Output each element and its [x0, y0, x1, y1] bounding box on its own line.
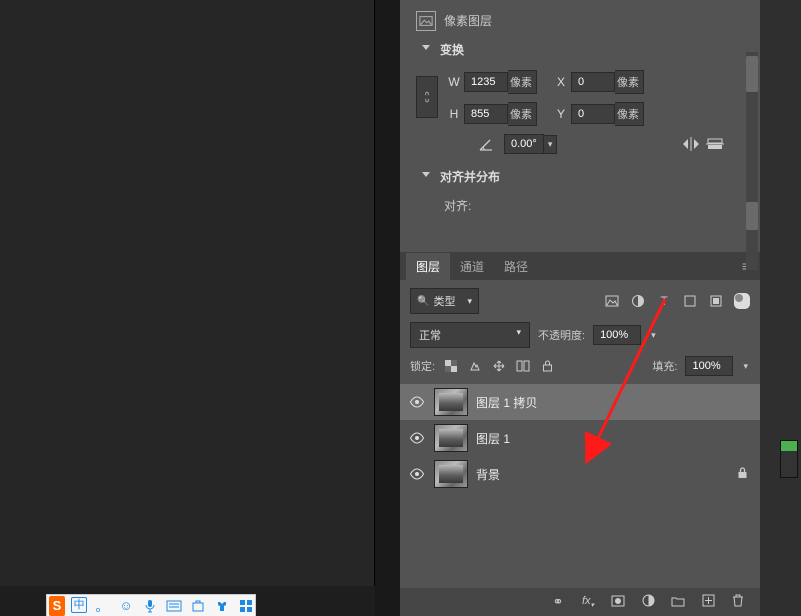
- layers-panel-tabs: 图层 通道 路径 ≡: [400, 252, 760, 280]
- layer-thumbnail[interactable]: [434, 424, 468, 452]
- lock-label: 锁定:: [410, 358, 435, 374]
- sogou-logo-icon[interactable]: S: [49, 596, 65, 616]
- ime-floating-widget[interactable]: [780, 440, 798, 478]
- properties-panel: 像素图层 变换 W 1235 像素 X 0 像素 H 855 像素: [400, 0, 760, 236]
- layers-panel: 图层 通道 路径 ≡ 类型 T 正常 不透明度: 100% ▾ 锁定:: [400, 252, 760, 492]
- layer-filter-select[interactable]: 类型: [410, 288, 479, 314]
- ime-keyboard-icon[interactable]: [165, 597, 183, 615]
- aspect-link-button[interactable]: [416, 76, 438, 118]
- height-unit[interactable]: 像素: [508, 102, 537, 126]
- layer-thumbnail[interactable]: [434, 388, 468, 416]
- filter-toggle[interactable]: [734, 293, 750, 309]
- ime-grid-icon[interactable]: [237, 597, 255, 615]
- align-body: 对齐:: [400, 193, 760, 228]
- layer-row[interactable]: 背景: [400, 456, 760, 492]
- w-label: W: [444, 75, 464, 89]
- align-title: 对齐并分布: [440, 170, 500, 184]
- ime-tools-icon[interactable]: [189, 597, 207, 615]
- opacity-label: 不透明度:: [538, 327, 585, 343]
- filter-shape-icon[interactable]: [682, 293, 698, 309]
- ime-lang-button[interactable]: 中: [71, 597, 87, 613]
- new-layer-icon[interactable]: [700, 594, 716, 610]
- tab-channels[interactable]: 通道: [450, 253, 494, 280]
- tab-layers[interactable]: 图层: [406, 253, 450, 280]
- visibility-eye-icon[interactable]: [408, 465, 426, 483]
- filter-type-icon[interactable]: T: [656, 293, 672, 309]
- align-section-header[interactable]: 对齐并分布: [400, 164, 760, 193]
- flip-horizontal-button[interactable]: [682, 136, 700, 152]
- filter-pixel-icon[interactable]: [604, 293, 620, 309]
- layer-filter-label: 类型: [433, 293, 455, 309]
- y-input[interactable]: 0: [571, 104, 615, 124]
- lock-position-icon[interactable]: [491, 358, 507, 374]
- panel-gutter: [375, 0, 400, 616]
- canvas-area[interactable]: [0, 0, 375, 586]
- blend-mode-select[interactable]: 正常: [410, 322, 530, 348]
- transform-body: W 1235 像素 X 0 像素 H 855 像素 Y 0 像素: [400, 66, 760, 164]
- ime-voice-icon[interactable]: [141, 597, 159, 615]
- y-label: Y: [551, 107, 571, 121]
- tab-paths[interactable]: 路径: [494, 253, 538, 280]
- fill-input[interactable]: 100%: [685, 356, 733, 376]
- ime-emoji-icon[interactable]: ☺: [117, 597, 135, 615]
- lock-artboard-icon[interactable]: [515, 358, 531, 374]
- x-unit[interactable]: 像素: [615, 70, 644, 94]
- lock-indicator-icon: [737, 467, 752, 482]
- lock-image-icon[interactable]: [467, 358, 483, 374]
- filter-adjustment-icon[interactable]: [630, 293, 646, 309]
- y-unit[interactable]: 像素: [615, 102, 644, 126]
- angle-input[interactable]: 0.00°: [504, 134, 544, 154]
- fill-dropdown[interactable]: ▾: [741, 361, 750, 372]
- angle-dropdown[interactable]: ▾: [544, 135, 558, 154]
- adjustment-layer-icon[interactable]: [640, 594, 656, 610]
- layer-kind-label: 像素图层: [444, 12, 492, 29]
- align-label: 对齐:: [444, 199, 471, 213]
- transform-section-header[interactable]: 变换: [400, 37, 760, 66]
- visibility-eye-icon[interactable]: [408, 393, 426, 411]
- x-label: X: [551, 75, 571, 89]
- blend-mode-value: 正常: [419, 327, 441, 343]
- h-label: H: [444, 107, 464, 121]
- fill-label: 填充:: [652, 358, 677, 374]
- blend-opacity-row: 正常 不透明度: 100% ▾: [400, 322, 760, 356]
- fx-icon[interactable]: fx▾: [580, 595, 596, 609]
- opacity-dropdown[interactable]: ▾: [649, 330, 658, 341]
- filter-smartobject-icon[interactable]: [708, 293, 724, 309]
- layer-row[interactable]: 图层 1: [400, 420, 760, 456]
- right-panels: 像素图层 变换 W 1235 像素 X 0 像素 H 855 像素: [400, 0, 760, 616]
- layer-name[interactable]: 图层 1 拷贝: [476, 394, 537, 411]
- visibility-eye-icon[interactable]: [408, 429, 426, 447]
- layer-row[interactable]: 图层 1 拷贝: [400, 384, 760, 420]
- layer-kind-header: 像素图层: [400, 8, 760, 37]
- ime-punct-button[interactable]: 。: [93, 597, 111, 615]
- layer-name[interactable]: 图层 1: [476, 430, 510, 447]
- x-input[interactable]: 0: [571, 72, 615, 92]
- layer-filter-row: 类型 T: [400, 280, 760, 322]
- layer-list: 图层 1 拷贝 图层 1 背景: [400, 384, 760, 492]
- link-layers-icon[interactable]: ⚭: [550, 594, 566, 610]
- transform-title: 变换: [440, 43, 464, 57]
- layers-bottom-toolbar: ⚭ fx▾: [400, 588, 760, 616]
- properties-scrollbar-thumb[interactable]: [746, 56, 758, 92]
- opacity-input[interactable]: 100%: [593, 325, 641, 345]
- ime-skin-icon[interactable]: [213, 597, 231, 615]
- ime-toolbar[interactable]: S 中 。 ☺: [46, 594, 256, 616]
- height-input[interactable]: 855: [464, 104, 508, 124]
- angle-icon: [478, 136, 494, 152]
- lock-all-icon[interactable]: [539, 358, 555, 374]
- group-icon[interactable]: [670, 595, 686, 610]
- lock-transparency-icon[interactable]: [443, 358, 459, 374]
- mask-icon[interactable]: [610, 595, 626, 610]
- collapsed-dock[interactable]: [760, 0, 801, 616]
- pixel-layer-icon: [416, 11, 436, 31]
- flip-vertical-button[interactable]: [706, 136, 724, 152]
- layer-name[interactable]: 背景: [476, 466, 500, 483]
- layer-thumbnail[interactable]: [434, 460, 468, 488]
- delete-layer-icon[interactable]: [730, 594, 746, 610]
- width-input[interactable]: 1235: [464, 72, 508, 92]
- lock-fill-row: 锁定: 填充: 100% ▾: [400, 356, 760, 384]
- width-unit[interactable]: 像素: [508, 70, 537, 94]
- properties-scrollbar-thumb-bottom[interactable]: [746, 202, 758, 230]
